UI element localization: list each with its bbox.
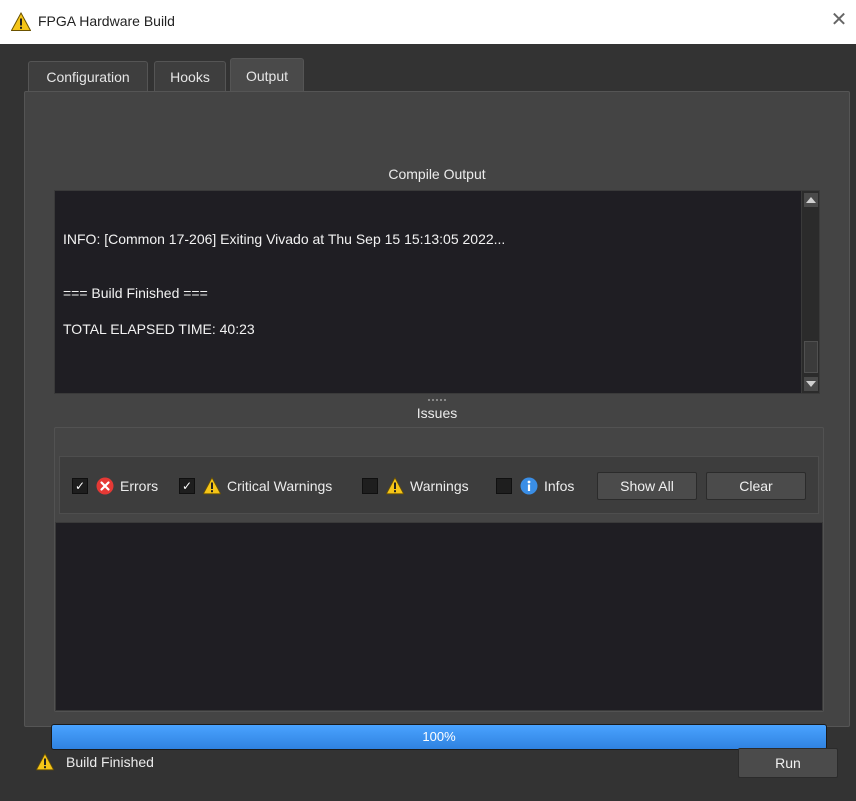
filter-warnings[interactable]: Warnings — [362, 476, 469, 496]
errors-checkbox[interactable]: ✓ — [72, 478, 88, 494]
issues-panel: ✓ Errors ✓ Critical Warnings Warnings In… — [54, 427, 824, 712]
build-progress-bar: 100% — [51, 724, 827, 750]
warning-icon — [203, 477, 221, 495]
scroll-up-button[interactable] — [804, 193, 818, 207]
warning-icon — [36, 753, 54, 771]
warnings-label: Warnings — [410, 478, 469, 494]
build-status: Build Finished — [36, 752, 154, 772]
filter-critical-warnings[interactable]: ✓ Critical Warnings — [179, 476, 332, 496]
error-icon — [96, 477, 114, 495]
chevron-up-icon — [806, 197, 816, 203]
tab-configuration[interactable]: Configuration — [28, 61, 148, 92]
errors-label: Errors — [120, 478, 159, 494]
filter-errors[interactable]: ✓ Errors — [72, 476, 158, 496]
chevron-down-icon — [806, 381, 816, 387]
warning-triangle-icon — [11, 12, 31, 31]
output-line: INFO: [Common 17-206] Exiting Vivado at … — [63, 231, 506, 247]
run-button[interactable]: Run — [738, 748, 838, 778]
compile-output-console[interactable]: INFO: [Common 17-206] Exiting Vivado at … — [54, 190, 820, 394]
output-line: === Build Finished === — [63, 285, 208, 301]
output-line: TOTAL ELAPSED TIME: 40:23 — [63, 321, 255, 337]
issues-filter-bar: ✓ Errors ✓ Critical Warnings Warnings In… — [59, 456, 819, 514]
show-all-button[interactable]: Show All — [597, 472, 697, 500]
status-text: Build Finished — [66, 754, 154, 770]
tab-output[interactable]: Output — [230, 58, 304, 92]
critical-warnings-label: Critical Warnings — [227, 478, 333, 494]
scroll-thumb[interactable] — [804, 341, 818, 373]
warnings-checkbox[interactable] — [362, 478, 378, 494]
infos-label: Infos — [544, 478, 575, 494]
tab-hooks[interactable]: Hooks — [154, 61, 226, 92]
output-scrollbar[interactable] — [801, 191, 819, 393]
compile-output-text: INFO: [Common 17-206] Exiting Vivado at … — [63, 191, 799, 393]
filter-infos[interactable]: Infos — [496, 476, 574, 496]
title-bar: FPGA Hardware Build ✕ — [0, 0, 856, 44]
window-title: FPGA Hardware Build — [38, 13, 175, 29]
compile-output-heading: Compile Output — [388, 166, 486, 182]
info-icon — [520, 477, 538, 495]
issues-list[interactable] — [55, 522, 823, 711]
scroll-down-button[interactable] — [804, 377, 818, 391]
clear-button[interactable]: Clear — [706, 472, 806, 500]
critical-warnings-checkbox[interactable]: ✓ — [179, 478, 195, 494]
infos-checkbox[interactable] — [496, 478, 512, 494]
close-icon[interactable]: ✕ — [828, 9, 850, 31]
warning-icon — [386, 477, 404, 495]
progress-text: 100% — [422, 729, 456, 744]
splitter-handle[interactable] — [428, 399, 446, 401]
window-client: Configuration Hooks Output Compile Outpu… — [0, 44, 856, 801]
output-tab-panel: Compile Output INFO: [Common 17-206] Exi… — [24, 91, 850, 750]
issues-heading: Issues — [416, 405, 458, 421]
